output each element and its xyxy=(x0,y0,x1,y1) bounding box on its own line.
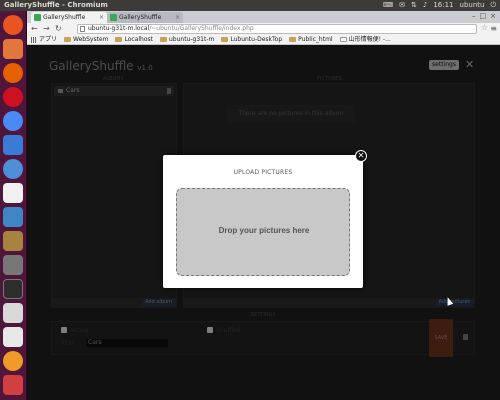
address-bar[interactable]: ubuntu-g31t-m.local/~ubuntu/GalleryShuff… xyxy=(77,24,477,34)
favicon-icon xyxy=(34,14,41,21)
tab-strip: GalleryShuffle × GalleryShuffle × – □ × xyxy=(27,11,500,23)
tab-galleryshuffle-2[interactable]: GalleryShuffle × xyxy=(107,12,183,23)
bookmark-label: 山形情報便! -... xyxy=(348,35,391,43)
bookmark-star-icon[interactable]: ☆ xyxy=(481,23,488,33)
bookmark-websystem[interactable]: WebSystem xyxy=(64,35,108,44)
settings-icon[interactable] xyxy=(3,375,23,395)
bookmark-label: Public_html xyxy=(298,35,333,43)
upload-pictures-modal: UPLOAD PICTURES Drop your pictures here xyxy=(163,155,363,288)
browser-menu-icon[interactable]: ≡ xyxy=(490,24,497,34)
keyboard-icon[interactable]: ⌨ xyxy=(383,0,393,11)
bookmark-localhost[interactable]: Localhost xyxy=(115,35,153,44)
bookmark-ubuntu-g31t-m[interactable]: ubuntu-g31t-m xyxy=(160,35,214,44)
modal-title: UPLOAD PICTURES xyxy=(233,169,293,176)
bookmark-yamagata[interactable]: 山形情報便! -... xyxy=(339,35,391,44)
browser-chrome: GalleryShuffle × GalleryShuffle × – □ × … xyxy=(27,11,500,45)
editor-icon[interactable] xyxy=(3,303,23,323)
folder-icon xyxy=(64,37,72,42)
system-tray: ⌨ ✉ ⇅ ♪ 16:11 ubuntu ⏻ xyxy=(383,0,496,11)
files-icon[interactable] xyxy=(3,39,23,59)
dropzone-text: Drop your pictures here xyxy=(218,226,310,235)
dash-home-icon[interactable] xyxy=(3,15,23,35)
folder-icon xyxy=(289,37,297,42)
tab-label: GalleryShuffle xyxy=(43,14,86,21)
app-icon[interactable] xyxy=(3,231,23,251)
thunderbird-icon[interactable] xyxy=(3,159,23,179)
reload-icon[interactable]: ↻ xyxy=(55,24,62,34)
system-top-panel: GalleryShuffle - Chromium ⌨ ✉ ⇅ ♪ 16:11 … xyxy=(0,0,500,11)
app-icon[interactable] xyxy=(3,207,23,227)
bookmark-label: ubuntu-g31t-m xyxy=(169,35,215,43)
picture-dropzone[interactable]: Drop your pictures here xyxy=(176,188,350,276)
folder-icon xyxy=(221,37,229,42)
close-modal-icon[interactable]: ✕ xyxy=(355,150,367,162)
opera-icon[interactable] xyxy=(3,87,23,107)
power-icon[interactable]: ⏻ xyxy=(490,0,496,11)
unity-launcher xyxy=(0,11,27,400)
url-path: /~ubuntu/GalleryShuffle/index.php xyxy=(149,25,254,32)
close-window-icon[interactable]: × xyxy=(490,12,496,20)
apps-grid-icon xyxy=(31,36,37,43)
app-icon[interactable] xyxy=(3,135,23,155)
page-icon xyxy=(339,37,347,42)
back-icon[interactable]: ← xyxy=(31,24,38,34)
folder-icon xyxy=(160,37,167,42)
minimize-icon[interactable]: – xyxy=(472,12,476,20)
clock[interactable]: 16:11 xyxy=(433,0,453,11)
chromium-icon[interactable] xyxy=(3,111,23,131)
text-editor-icon[interactable] xyxy=(3,183,23,203)
window-title: GalleryShuffle - Chromium xyxy=(4,1,108,9)
favicon-icon xyxy=(110,14,117,21)
folder-icon xyxy=(115,37,123,42)
bookmark-label: Lubuntu-DeskTop xyxy=(230,35,283,43)
bookmark-label: Localhost xyxy=(124,35,153,43)
bookmark-lubuntu-desktop[interactable]: Lubuntu-DeskTop xyxy=(221,35,282,44)
user-menu[interactable]: ubuntu xyxy=(460,0,485,11)
window-controls: – □ × xyxy=(472,12,496,20)
terminal-icon[interactable] xyxy=(3,279,23,299)
bookmark-apps[interactable]: アプリ xyxy=(31,35,57,44)
url-host: ubuntu-g31t-m.local xyxy=(88,25,150,32)
forward-icon[interactable]: → xyxy=(43,24,50,34)
tab-galleryshuffle-1[interactable]: GalleryShuffle × xyxy=(31,12,107,23)
close-tab-icon[interactable]: × xyxy=(175,12,180,23)
bookmark-label: アプリ xyxy=(39,35,58,43)
document-icon[interactable] xyxy=(3,327,23,347)
bookmarks-bar: アプリ WebSystem Localhost ubuntu-g31t-m Lu… xyxy=(27,35,500,45)
bookmark-label: WebSystem xyxy=(73,35,109,43)
page-icon xyxy=(80,26,85,32)
mail-icon[interactable]: ✉ xyxy=(399,0,405,11)
volume-icon[interactable]: ♪ xyxy=(423,0,427,11)
maximize-icon[interactable]: □ xyxy=(480,12,487,20)
firefox-icon[interactable] xyxy=(3,63,23,83)
bookmark-public-html[interactable]: Public_html xyxy=(289,35,333,44)
gimp-icon[interactable] xyxy=(3,255,23,275)
tab-label: GalleryShuffle xyxy=(119,14,162,21)
app-icon[interactable] xyxy=(3,351,23,371)
close-tab-icon[interactable]: × xyxy=(99,12,104,23)
browser-toolbar: ← → ↻ ubuntu-g31t-m.local/~ubuntu/Galler… xyxy=(27,23,500,35)
network-icon[interactable]: ⇅ xyxy=(411,0,417,11)
